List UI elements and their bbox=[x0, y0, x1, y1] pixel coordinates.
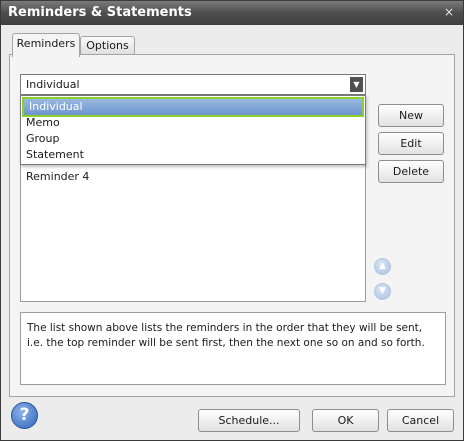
close-icon[interactable]: × bbox=[443, 5, 455, 19]
description-text: The list shown above lists the reminders… bbox=[20, 312, 446, 385]
list-item[interactable]: Reminder 4 bbox=[26, 170, 89, 183]
delete-button[interactable]: Delete bbox=[378, 160, 444, 183]
move-down-icon[interactable]: ▼ bbox=[374, 283, 391, 300]
dropdown-option-group[interactable]: Group bbox=[21, 131, 365, 147]
reminder-type-dropdown[interactable]: Individual Memo Group Statement bbox=[20, 95, 366, 165]
title-bar[interactable]: Reminders & Statements × bbox=[1, 1, 463, 25]
cancel-button[interactable]: Cancel bbox=[387, 409, 454, 432]
combo-value: Individual bbox=[26, 78, 80, 91]
ok-button[interactable]: OK bbox=[312, 409, 379, 432]
tab-options[interactable]: Options bbox=[80, 36, 135, 55]
dialog-window: Reminders & Statements × Reminders Optio… bbox=[0, 0, 464, 441]
reminder-type-combo[interactable]: Individual ▼ bbox=[20, 74, 366, 95]
dropdown-option-individual[interactable]: Individual bbox=[22, 97, 364, 117]
new-button[interactable]: New bbox=[378, 104, 444, 127]
schedule-button[interactable]: Schedule... bbox=[198, 409, 300, 432]
dropdown-option-statement[interactable]: Statement bbox=[21, 147, 365, 163]
chevron-down-icon[interactable]: ▼ bbox=[350, 77, 363, 92]
dropdown-option-memo[interactable]: Memo bbox=[21, 115, 365, 131]
tab-reminders[interactable]: Reminders bbox=[12, 33, 80, 57]
edit-button[interactable]: Edit bbox=[378, 132, 444, 155]
dialog-title: Reminders & Statements bbox=[8, 5, 192, 20]
move-up-icon[interactable]: ▲ bbox=[374, 258, 391, 275]
help-icon[interactable]: ? bbox=[11, 402, 38, 429]
